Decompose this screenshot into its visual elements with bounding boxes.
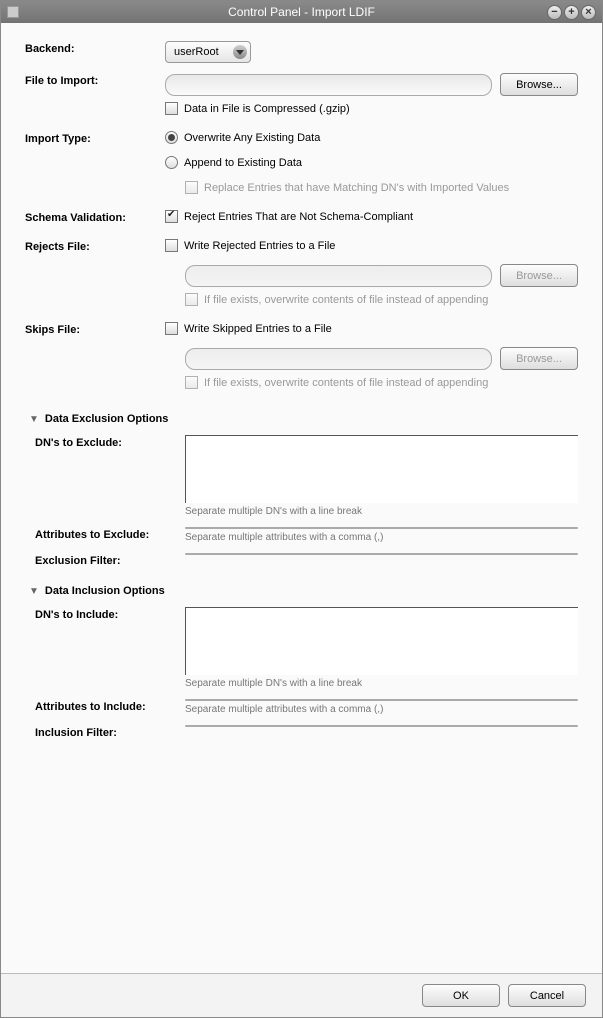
- data-exclusion-label: Data Exclusion Options: [45, 413, 168, 425]
- backend-selected: userRoot: [174, 46, 219, 58]
- append-radio[interactable]: [165, 156, 178, 169]
- titlebar[interactable]: Control Panel - Import LDIF − + ×: [1, 1, 602, 23]
- overwrite-radio-label: Overwrite Any Existing Data: [184, 132, 320, 144]
- backend-label: Backend:: [25, 41, 165, 55]
- skips-file-input: [185, 348, 492, 370]
- file-to-import-input[interactable]: [165, 74, 492, 96]
- exclusion-filter-input[interactable]: [185, 553, 578, 555]
- skips-overwrite-checkbox: [185, 376, 198, 389]
- skips-file-label: Skips File:: [25, 322, 165, 336]
- attrs-exclude-hint: Separate multiple attributes with a comm…: [185, 532, 578, 543]
- dns-exclude-hint: Separate multiple DN's with a line break: [185, 506, 578, 517]
- triangle-down-icon: ▼: [29, 586, 39, 597]
- compressed-checkbox[interactable]: [165, 102, 178, 115]
- browse-file-button[interactable]: Browse...: [500, 73, 578, 96]
- cancel-button[interactable]: Cancel: [508, 984, 586, 1007]
- append-radio-label: Append to Existing Data: [184, 157, 302, 169]
- reject-schema-checkbox[interactable]: [165, 210, 178, 223]
- ok-button[interactable]: OK: [422, 984, 500, 1007]
- content-area: Backend: userRoot File to Import: Browse…: [1, 23, 602, 973]
- dns-include-textarea[interactable]: [185, 607, 578, 675]
- write-skipped-checkbox[interactable]: [165, 322, 178, 335]
- skips-overwrite-label: If file exists, overwrite contents of fi…: [204, 377, 488, 389]
- attrs-exclude-input[interactable]: [185, 527, 578, 529]
- schema-validation-label: Schema Validation:: [25, 210, 165, 224]
- backend-dropdown[interactable]: userRoot: [165, 41, 251, 63]
- file-to-import-label: File to Import:: [25, 73, 165, 87]
- reject-schema-label: Reject Entries That are Not Schema-Compl…: [184, 211, 413, 223]
- dns-include-hint: Separate multiple DN's with a line break: [185, 678, 578, 689]
- rejects-overwrite-checkbox: [185, 293, 198, 306]
- rejects-overwrite-label: If file exists, overwrite contents of fi…: [204, 294, 488, 306]
- browse-rejects-button: Browse...: [500, 264, 578, 287]
- maximize-icon[interactable]: +: [564, 5, 579, 20]
- minimize-icon[interactable]: −: [547, 5, 562, 20]
- compressed-label: Data in File is Compressed (.gzip): [184, 103, 350, 115]
- dns-exclude-textarea[interactable]: [185, 435, 578, 503]
- triangle-down-icon: ▼: [29, 414, 39, 425]
- data-exclusion-header[interactable]: ▼ Data Exclusion Options: [29, 413, 578, 425]
- exclusion-filter-label: Exclusion Filter:: [25, 553, 185, 567]
- write-rejected-label: Write Rejected Entries to a File: [184, 240, 335, 252]
- dns-exclude-label: DN's to Exclude:: [25, 435, 185, 449]
- rejects-file-input: [185, 265, 492, 287]
- rejects-file-label: Rejects File:: [25, 239, 165, 253]
- data-inclusion-header[interactable]: ▼ Data Inclusion Options: [29, 585, 578, 597]
- attrs-exclude-label: Attributes to Exclude:: [25, 527, 185, 541]
- window-title: Control Panel - Import LDIF: [228, 5, 375, 19]
- dns-include-label: DN's to Include:: [25, 607, 185, 621]
- import-type-label: Import Type:: [25, 131, 165, 145]
- replace-dn-checkbox: [185, 181, 198, 194]
- attrs-include-hint: Separate multiple attributes with a comm…: [185, 704, 578, 715]
- close-icon[interactable]: ×: [581, 5, 596, 20]
- window-icon: [7, 6, 19, 18]
- attrs-include-input[interactable]: [185, 699, 578, 701]
- data-inclusion-label: Data Inclusion Options: [45, 585, 165, 597]
- footer: OK Cancel: [1, 973, 602, 1017]
- overwrite-radio[interactable]: [165, 131, 178, 144]
- inclusion-filter-label: Inclusion Filter:: [25, 725, 185, 739]
- inclusion-filter-input[interactable]: [185, 725, 578, 727]
- write-skipped-label: Write Skipped Entries to a File: [184, 323, 332, 335]
- write-rejected-checkbox[interactable]: [165, 239, 178, 252]
- replace-dn-label: Replace Entries that have Matching DN's …: [204, 182, 509, 194]
- chevron-down-icon: [233, 45, 247, 59]
- attrs-include-label: Attributes to Include:: [25, 699, 185, 713]
- window: Control Panel - Import LDIF − + × Backen…: [0, 0, 603, 1018]
- browse-skips-button: Browse...: [500, 347, 578, 370]
